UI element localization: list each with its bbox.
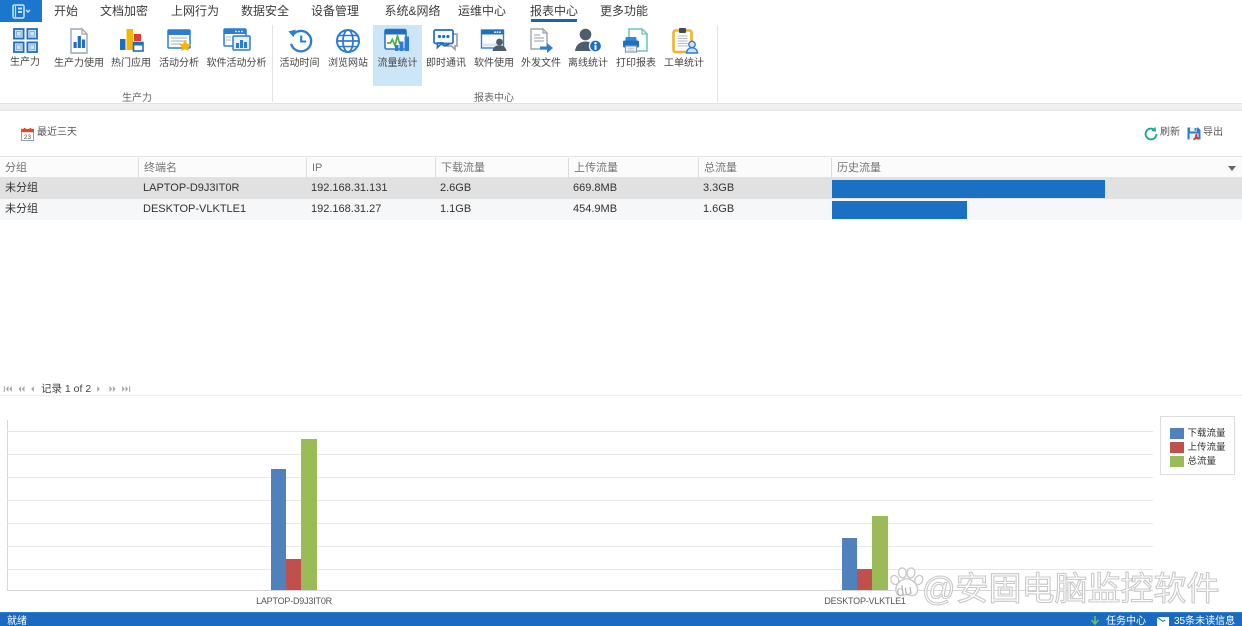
svg-text:23: 23 xyxy=(23,134,31,141)
svg-text:du: du xyxy=(895,581,913,599)
